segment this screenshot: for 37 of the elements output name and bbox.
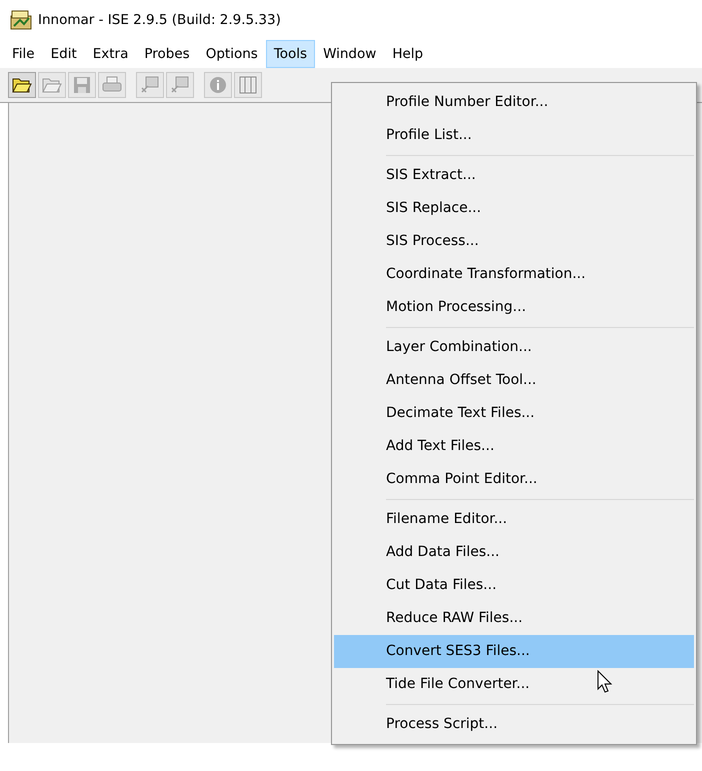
menu-item[interactable]: Convert SES3 Files... [334,635,694,668]
menu-bar-item[interactable]: Help [384,40,432,68]
menu-item[interactable]: Layer Combination... [334,331,694,364]
menu-bar-item[interactable]: Options [198,40,266,68]
window-title: Innomar - ISE 2.9.5 (Build: 2.9.5.33) [38,12,281,28]
menu-item[interactable]: Motion Processing... [334,291,694,324]
menu-item[interactable]: Filename Editor... [334,503,694,536]
menu-bar-item[interactable]: Window [315,40,384,68]
menu-item[interactable]: Reduce RAW Files... [334,602,694,635]
open-folder-button[interactable] [8,72,36,98]
menu-item[interactable]: Coordinate Transformation... [334,258,694,291]
open-folder-icon [12,76,32,94]
open-folder-icon [42,76,62,94]
menu-item[interactable]: SIS Extract... [334,159,694,192]
app-icon [10,10,32,30]
menu-item[interactable]: Process Script... [334,708,694,741]
menu-item[interactable]: Profile List... [334,119,694,152]
menu-item[interactable]: Tide File Converter... [334,668,694,701]
menu-item[interactable]: Profile Number Editor... [334,86,694,119]
menu-item[interactable]: Add Data Files... [334,536,694,569]
menu-item[interactable]: Decimate Text Files... [334,397,694,430]
print-icon [102,76,122,94]
menu-item[interactable]: Cut Data Files... [334,569,694,602]
menu-item[interactable]: Comma Point Editor... [334,463,694,496]
menu-bar-item[interactable]: Tools [266,40,316,68]
menu-bar-item[interactable]: File [4,40,43,68]
mouse-cursor-icon [597,670,613,694]
menu-item[interactable]: SIS Process... [334,225,694,258]
save-icon [72,76,92,94]
menu-bar-item[interactable]: Extra [84,40,136,68]
columns-icon [238,76,258,94]
menu-bar-item[interactable]: Edit [42,40,85,68]
menu-item[interactable]: Add Text Files... [334,430,694,463]
menu-item[interactable]: SIS Replace... [334,192,694,225]
info-icon [208,76,228,94]
menu-item[interactable]: Antenna Offset Tool... [334,364,694,397]
menu-bar-item[interactable]: Probes [136,40,198,68]
